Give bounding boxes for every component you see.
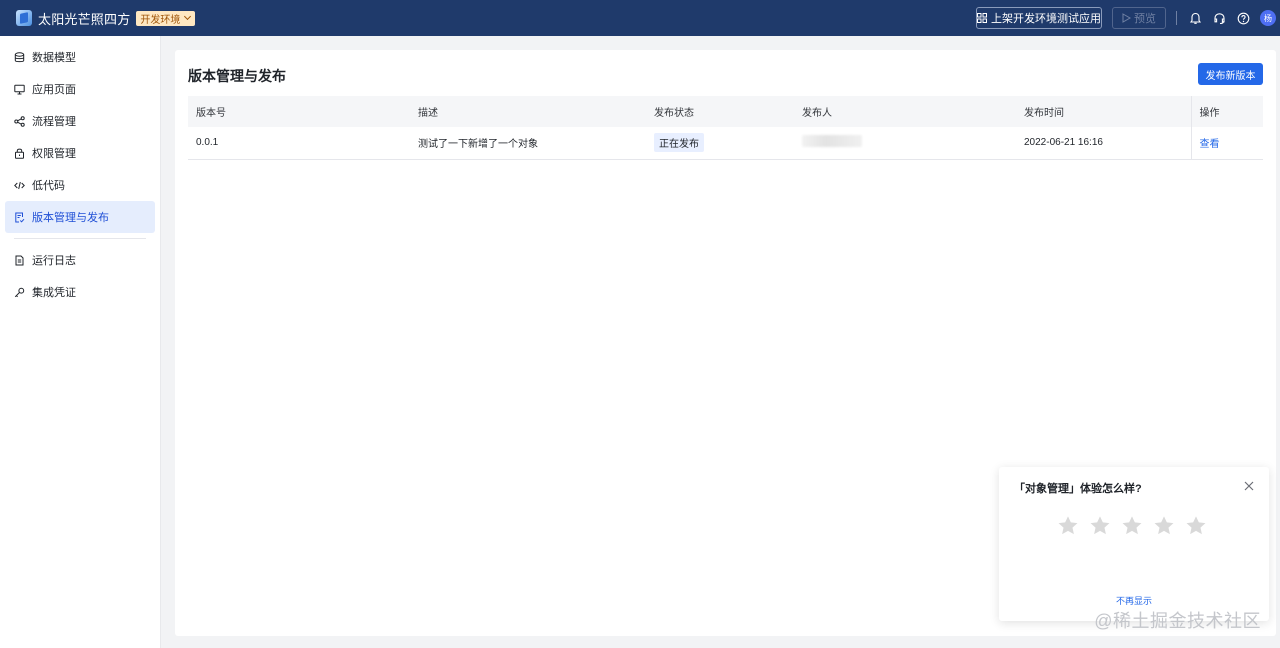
sidebar-item-label: 流程管理 (32, 116, 76, 128)
column-header-description: 描述 (410, 96, 646, 127)
sidebar-item-label: 运行日志 (32, 255, 76, 267)
sidebar-item-process[interactable]: 流程管理 (5, 105, 155, 137)
lock-icon (13, 147, 25, 159)
preview-label: 预览 (1134, 13, 1156, 25)
app-logo (16, 10, 32, 26)
sidebar-item-label: 权限管理 (32, 148, 76, 160)
survey-popup: 「对象管理」体验怎么样? 不再显示 (999, 467, 1269, 621)
code-icon (13, 179, 25, 191)
headset-support-icon[interactable] (1212, 11, 1226, 25)
survey-title: 「对象管理」体验怎么样? (1014, 483, 1142, 495)
table-row: 0.0.1 测试了一下新增了一个对象 正在发布 2022-06-21 16:16… (188, 127, 1263, 160)
sidebar-item-label: 版本管理与发布 (32, 212, 109, 224)
chevron-down-icon (184, 12, 192, 21)
grid-icon (977, 13, 987, 23)
env-switcher[interactable]: 开发环境 (136, 10, 196, 26)
table-header-row: 版本号 描述 发布状态 发布人 发布时间 操作 (188, 96, 1263, 127)
sidebar-item-label: 数据模型 (32, 52, 76, 64)
star-icon[interactable] (1057, 515, 1079, 537)
dont-show-again-link[interactable]: 不再显示 (999, 594, 1269, 607)
version-table: 版本号 描述 发布状态 发布人 发布时间 操作 0.0.1 测试了一下新增了一个… (188, 96, 1263, 160)
sidebar-item-data-model[interactable]: 数据模型 (5, 41, 155, 73)
publish-test-app-label: 上架开发环境测试应用 (991, 13, 1101, 25)
cell-time: 2022-06-21 16:16 (1016, 127, 1191, 160)
version-icon (13, 211, 25, 223)
help-icon[interactable] (1236, 11, 1250, 25)
flow-icon (13, 115, 25, 127)
cell-status: 正在发布 (646, 127, 794, 160)
sidebar-item-low-code[interactable]: 低代码 (5, 169, 155, 201)
publish-new-version-button[interactable]: 发布新版本 (1198, 63, 1263, 85)
play-icon (1122, 13, 1131, 23)
close-icon[interactable] (1243, 480, 1255, 492)
sidebar-item-permissions[interactable]: 权限管理 (5, 137, 155, 169)
sidebar-item-label: 应用页面 (32, 84, 76, 96)
star-icon[interactable] (1185, 515, 1207, 537)
rating-stars (1057, 515, 1207, 537)
user-avatar[interactable]: 杨 (1260, 10, 1276, 26)
database-icon (13, 51, 25, 63)
sidebar-item-label: 集成凭证 (32, 287, 76, 299)
monitor-icon (13, 83, 25, 95)
column-header-version: 版本号 (188, 96, 410, 127)
sidebar-item-credentials[interactable]: 集成凭证 (5, 276, 155, 308)
top-bar: 太阳光芒照四方 开发环境 上架开发环境测试应用 预览 杨 (0, 0, 1280, 36)
env-label: 开发环境 (140, 14, 181, 26)
sidebar: 数据模型 应用页面 流程管理 权限管理 低代码 版本管理与发布 运行日志 集成凭… (0, 36, 161, 648)
redacted-publisher-name (802, 135, 862, 148)
app-title: 太阳光芒照四方 (38, 11, 131, 27)
cell-description: 测试了一下新增了一个对象 (410, 127, 646, 160)
cell-version: 0.0.1 (188, 127, 410, 160)
star-icon[interactable] (1089, 515, 1111, 537)
watermark: @稀土掘金技术社区 (1094, 611, 1261, 631)
status-badge: 正在发布 (654, 133, 704, 153)
key-icon (13, 286, 25, 298)
star-icon[interactable] (1153, 515, 1175, 537)
column-header-status: 发布状态 (646, 96, 794, 127)
notification-bell-icon[interactable] (1188, 11, 1202, 25)
sidebar-divider (14, 238, 146, 239)
divider (1176, 11, 1177, 25)
view-link[interactable]: 查看 (1200, 139, 1220, 150)
cell-actions: 查看 (1190, 127, 1263, 160)
preview-button[interactable]: 预览 (1112, 7, 1166, 29)
publish-test-app-button[interactable]: 上架开发环境测试应用 (976, 7, 1102, 29)
sidebar-item-label: 低代码 (32, 180, 65, 192)
document-icon (13, 254, 25, 266)
sidebar-item-version-release[interactable]: 版本管理与发布 (5, 201, 155, 233)
star-icon[interactable] (1121, 515, 1143, 537)
cell-publisher (794, 127, 1016, 160)
sidebar-item-run-logs[interactable]: 运行日志 (5, 244, 155, 276)
sidebar-item-app-pages[interactable]: 应用页面 (5, 73, 155, 105)
page-title: 版本管理与发布 (188, 68, 286, 84)
column-header-actions: 操作 (1190, 96, 1263, 127)
column-header-publisher: 发布人 (794, 96, 1016, 127)
column-header-time: 发布时间 (1016, 96, 1191, 127)
